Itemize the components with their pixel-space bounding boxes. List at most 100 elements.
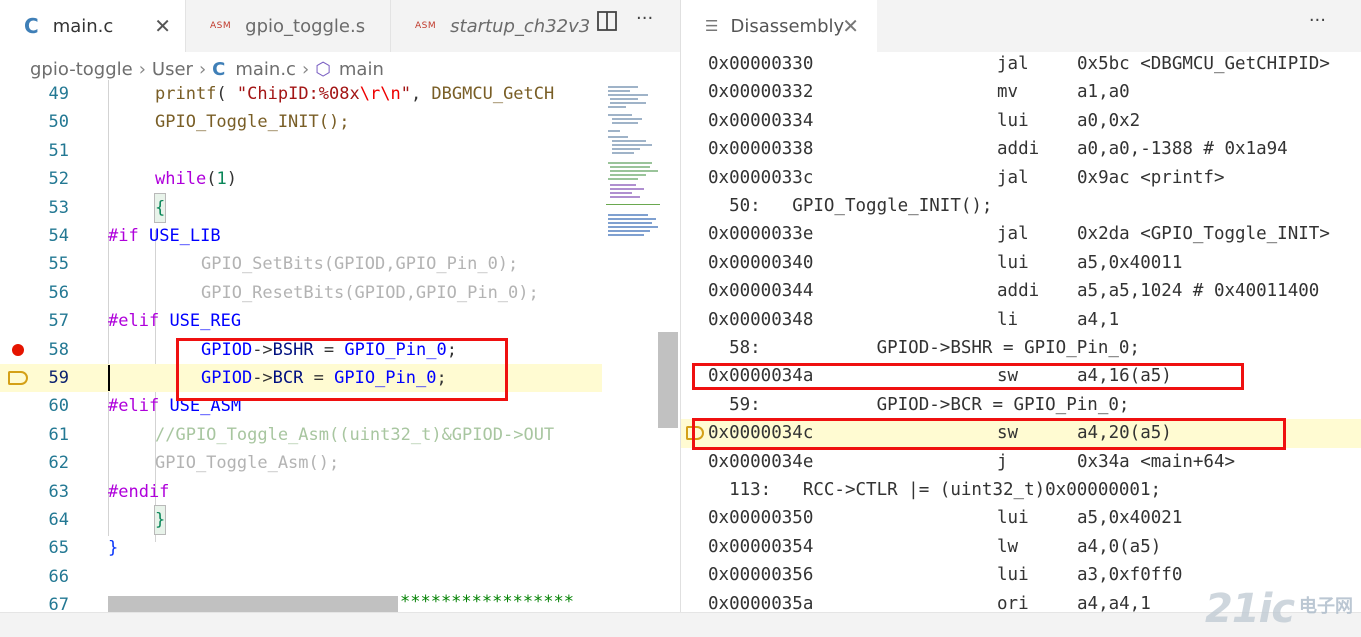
disassembly-pane: ☰ Disassembly ✕ ··· 0x00000330 jal 0x5bc <…: [680, 0, 1361, 612]
asm-operands: a5,0x40021: [1077, 508, 1183, 529]
breadcrumb-item[interactable]: main: [339, 59, 384, 80]
tab-label: Disassembly: [730, 15, 845, 37]
code-text: #if USE_LIB: [108, 226, 221, 246]
code-line: 64}: [0, 504, 602, 536]
asm-address: 0x0000033c: [708, 167, 814, 188]
line-number: 54: [48, 226, 69, 246]
asm-operands: 0x2da <GPIO_Toggle_INIT>: [1077, 224, 1330, 245]
close-icon[interactable]: ✕: [154, 14, 171, 38]
comment-stars: *****************: [400, 592, 574, 612]
asm-mnemonic: j: [997, 451, 1008, 472]
code-text: GPIO_Toggle_INIT();: [155, 112, 350, 133]
breadcrumb-item[interactable]: User: [152, 59, 193, 80]
code-text: printf( "ChipID:%08x\r\n", DBGMCU_GetCH: [155, 84, 555, 104]
code-line: 65}: [0, 534, 602, 562]
code-line: 63 #endif: [0, 478, 602, 506]
asm-mnemonic: jal: [997, 224, 1029, 245]
asm-row: 0x00000338 addi a0,a0,-1388 # 0x1a94: [681, 135, 1361, 163]
line-number: 62: [48, 453, 69, 474]
asm-mnemonic: ori: [997, 593, 1029, 612]
asm-mnemonic: lui: [997, 565, 1029, 586]
asm-address: 0x00000348: [708, 309, 814, 330]
text-cursor: [108, 365, 110, 391]
line-number: 53: [48, 197, 69, 218]
asm-operands: 0x5bc <DBGMCU_GetCHIPID>: [1077, 54, 1330, 74]
asm-row: 0x00000350 lui a5,0x40021: [681, 504, 1361, 532]
asm-address: 0x00000334: [708, 110, 814, 131]
watermark-logo: 21ic 电子网: [1205, 586, 1355, 634]
code-text: while(1): [155, 169, 237, 190]
chevron-right-icon: ›: [138, 58, 146, 80]
asm-row: 0x00000334 lui a0,0x2: [681, 107, 1361, 135]
line-number: 52: [48, 169, 69, 190]
asm-operands: a4,a4,1: [1077, 593, 1151, 612]
watermark-brand: 21ic: [1205, 586, 1295, 632]
asm-source-line: 59: GPIOD->BCR = GPIO_Pin_0;: [708, 394, 1130, 415]
line-number: 60: [48, 396, 69, 417]
more-actions-icon[interactable]: ···: [636, 8, 653, 29]
asm-row: 0x00000332 mv a1,a0: [681, 78, 1361, 106]
line-number: 57: [48, 311, 69, 332]
code-line: 66: [0, 563, 602, 591]
tab-disassembly[interactable]: ☰ Disassembly ✕: [681, 0, 877, 52]
asm-address: 0x00000338: [708, 139, 814, 160]
line-number: 66: [48, 566, 69, 587]
asm-source-line: 58: GPIOD->BSHR = GPIO_Pin_0;: [708, 338, 1140, 358]
asm-row: 0x00000330 jal 0x5bc <DBGMCU_GetCHIPID>: [681, 50, 1361, 78]
asm-address: 0x00000340: [708, 252, 814, 273]
code-line: 57 #elif USE_REG: [0, 307, 602, 335]
asm-address: 0x00000344: [708, 281, 814, 302]
split-editor-icon[interactable]: [596, 10, 618, 37]
asm-address: 0x0000034e: [708, 451, 814, 472]
asm-source-row: 58: GPIOD->BSHR = GPIO_Pin_0;: [681, 334, 1361, 362]
line-number: 58: [48, 339, 69, 360]
asm-mnemonic: lw: [997, 536, 1019, 557]
highlight-box-bshr: [692, 363, 1244, 390]
line-number: 50: [48, 112, 69, 133]
code-text: #elif USE_REG: [108, 311, 242, 332]
code-text: GPIO_SetBits(GPIOD,GPIO_Pin_0);: [201, 254, 519, 275]
close-icon[interactable]: ✕: [842, 14, 859, 38]
code-text: }: [153, 504, 167, 536]
line-number: 63: [48, 481, 69, 502]
tab-startup[interactable]: ASM startup_ch32v30x: [391, 0, 591, 52]
asm-file-icon: ASM: [210, 21, 232, 31]
code-line: 51: [0, 137, 602, 165]
tab-main-c[interactable]: C main.c ✕: [0, 0, 186, 52]
asm-operands: a4,0(a5): [1077, 536, 1162, 557]
asm-mnemonic: addi: [997, 281, 1040, 302]
code-text: {: [153, 192, 167, 224]
minimap[interactable]: [606, 84, 660, 254]
line-number: 55: [48, 254, 69, 275]
line-number: 49: [48, 84, 69, 104]
tab-gpio-toggle-s[interactable]: ASM gpio_toggle.s: [186, 0, 391, 52]
more-actions-icon[interactable]: ···: [1309, 10, 1326, 31]
asm-row: 0x00000348 li a4,1: [681, 306, 1361, 334]
asm-mnemonic: li: [997, 309, 1019, 330]
asm-address: 0x00000354: [708, 536, 814, 557]
asm-operands: a3,0xf0ff0: [1077, 565, 1183, 586]
tab-label: main.c: [52, 15, 114, 37]
line-number: 65: [48, 538, 69, 559]
breadcrumb-item[interactable]: main.c: [235, 59, 296, 80]
asm-row: 0x0000033c jal 0x9ac <printf>: [681, 164, 1361, 192]
asm-mnemonic: addi: [997, 139, 1040, 160]
vertical-scrollbar[interactable]: [658, 332, 678, 428]
breadcrumb-item[interactable]: gpio-toggle: [30, 59, 133, 80]
status-bar: [0, 612, 1361, 637]
editor-tab-bar: C main.c ✕ ASM gpio_toggle.s ASM startup…: [0, 0, 680, 52]
code-line: 49 printf( "ChipID:%08x\r\n", DBGMCU_GetC…: [0, 80, 602, 108]
asm-mnemonic: jal: [997, 167, 1029, 188]
line-number: 59: [48, 368, 69, 388]
list-icon: ☰: [705, 17, 719, 35]
asm-source-line: 50: GPIO_Toggle_INIT();: [708, 196, 993, 216]
asm-source-row: 59: GPIOD->BCR = GPIO_Pin_0;: [681, 391, 1361, 419]
horizontal-scrollbar[interactable]: [108, 596, 398, 612]
disassembly-list[interactable]: 0x00000330 jal 0x5bc <DBGMCU_GetCHIPID> 0x…: [681, 50, 1361, 612]
asm-mnemonic: lui: [997, 252, 1029, 273]
code-line: 56 GPIO_ResetBits(GPIOD,GPIO_Pin_0);: [0, 279, 602, 307]
tab-label: gpio_toggle.s: [245, 15, 366, 37]
code-line: 50 GPIO_Toggle_INIT();: [0, 108, 602, 136]
watermark-cn: 电子网: [1299, 596, 1353, 617]
code-line: 61 //GPIO_Toggle_Asm((uint32_t)&GPIOD->OU…: [0, 421, 602, 449]
